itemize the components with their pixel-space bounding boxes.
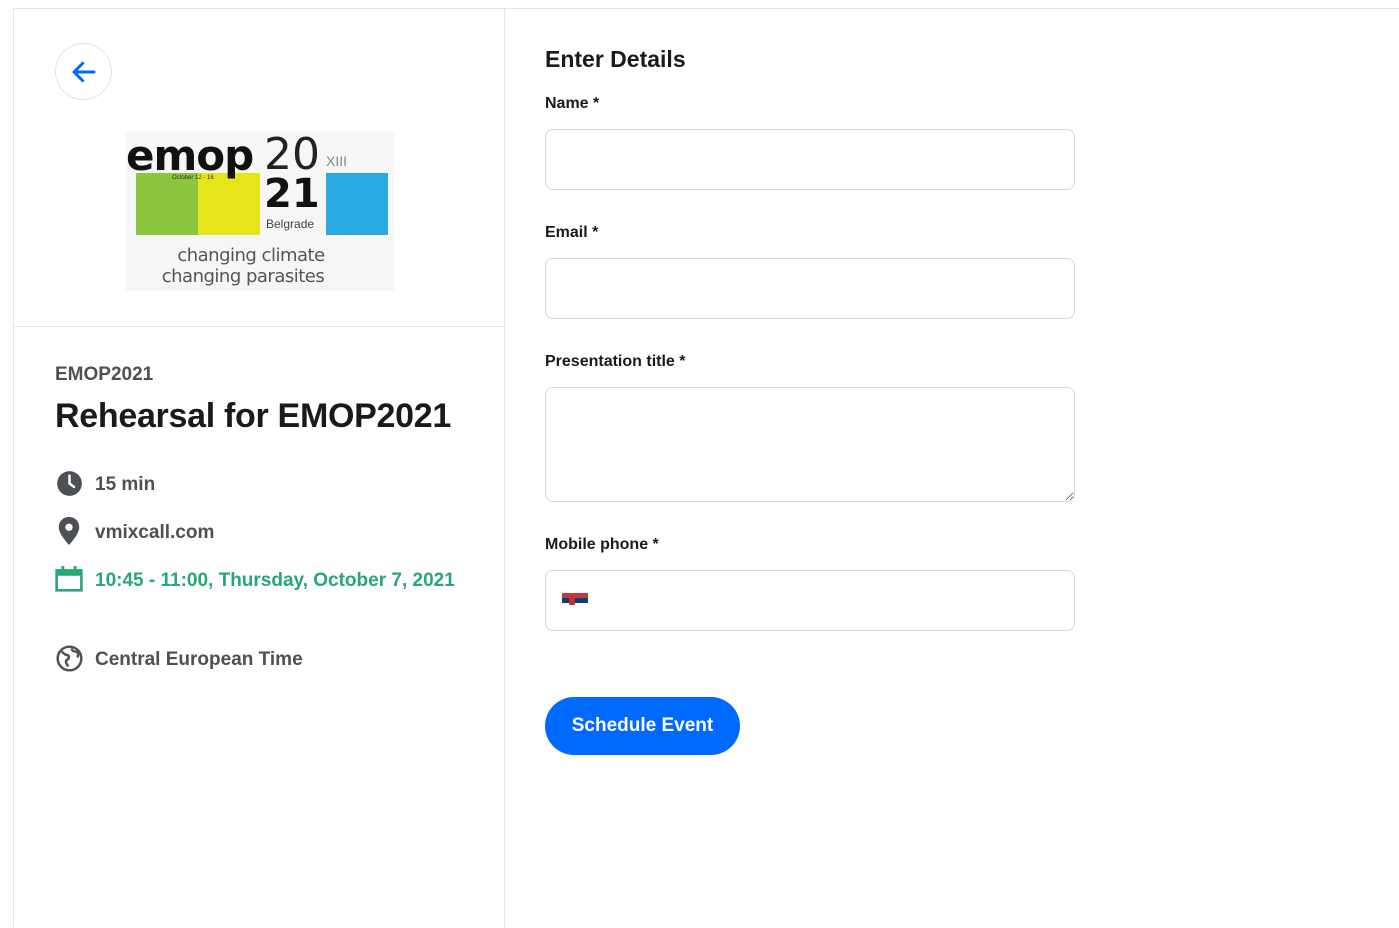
calendar-icon: [55, 565, 83, 593]
serbia-flag-icon[interactable]: [562, 592, 588, 609]
globe-icon: [55, 644, 83, 672]
event-logo: emop 20 21 XIII October 12 - 16 Belgrade…: [126, 129, 394, 291]
form-heading: Enter Details: [545, 46, 686, 72]
datetime-row: 10:45 - 11:00, Thursday, October 7, 2021: [55, 565, 455, 597]
mobile-phone-label: Mobile phone *: [545, 536, 659, 553]
logo-tagline-2: changing parasites: [161, 266, 325, 287]
logo-roman-numeral: XIII: [326, 153, 348, 169]
location-text: vmixcall.com: [95, 522, 215, 543]
logo-yellow-block: [198, 173, 260, 235]
logo-dates: October 12 - 16: [172, 175, 214, 181]
presentation-title-input[interactable]: [545, 387, 1075, 502]
timezone-row: Central European Time: [55, 644, 303, 676]
event-info-panel: emop 20 21 XIII October 12 - 16 Belgrade…: [14, 9, 505, 928]
mobile-phone-input[interactable]: [596, 580, 1058, 621]
logo-number-21: 21: [264, 171, 320, 217]
divider: [14, 326, 504, 327]
email-input[interactable]: [545, 258, 1075, 319]
datetime-text: 10:45 - 11:00, Thursday, October 7, 2021: [95, 570, 455, 591]
schedule-event-button[interactable]: Schedule Event: [545, 697, 740, 755]
location-pin-icon: [55, 517, 83, 545]
event-title: Rehearsal for EMOP2021: [55, 397, 451, 435]
mobile-phone-field[interactable]: [545, 570, 1075, 631]
presentation-title-label: Presentation title *: [545, 353, 686, 370]
duration-text: 15 min: [95, 474, 156, 495]
booking-page: emop 20 21 XIII October 12 - 16 Belgrade…: [13, 8, 1399, 928]
back-button[interactable]: [55, 43, 112, 100]
name-label: Name *: [545, 95, 600, 112]
location-row: vmixcall.com: [55, 517, 214, 549]
name-input[interactable]: [545, 129, 1075, 190]
organizer-name: EMOP2021: [55, 364, 154, 385]
logo-blue-block: [326, 173, 388, 235]
clock-icon: [55, 469, 83, 497]
email-label: Email *: [545, 224, 599, 241]
timezone-text[interactable]: Central European Time: [95, 644, 303, 676]
logo-green-block: [136, 173, 198, 235]
logo-word-emop: emop: [126, 131, 254, 180]
logo-city: Belgrade: [266, 217, 315, 231]
logo-tagline-1: changing climate: [177, 245, 325, 266]
arrow-left-icon: [72, 61, 95, 82]
duration-row: 15 min: [55, 469, 155, 501]
